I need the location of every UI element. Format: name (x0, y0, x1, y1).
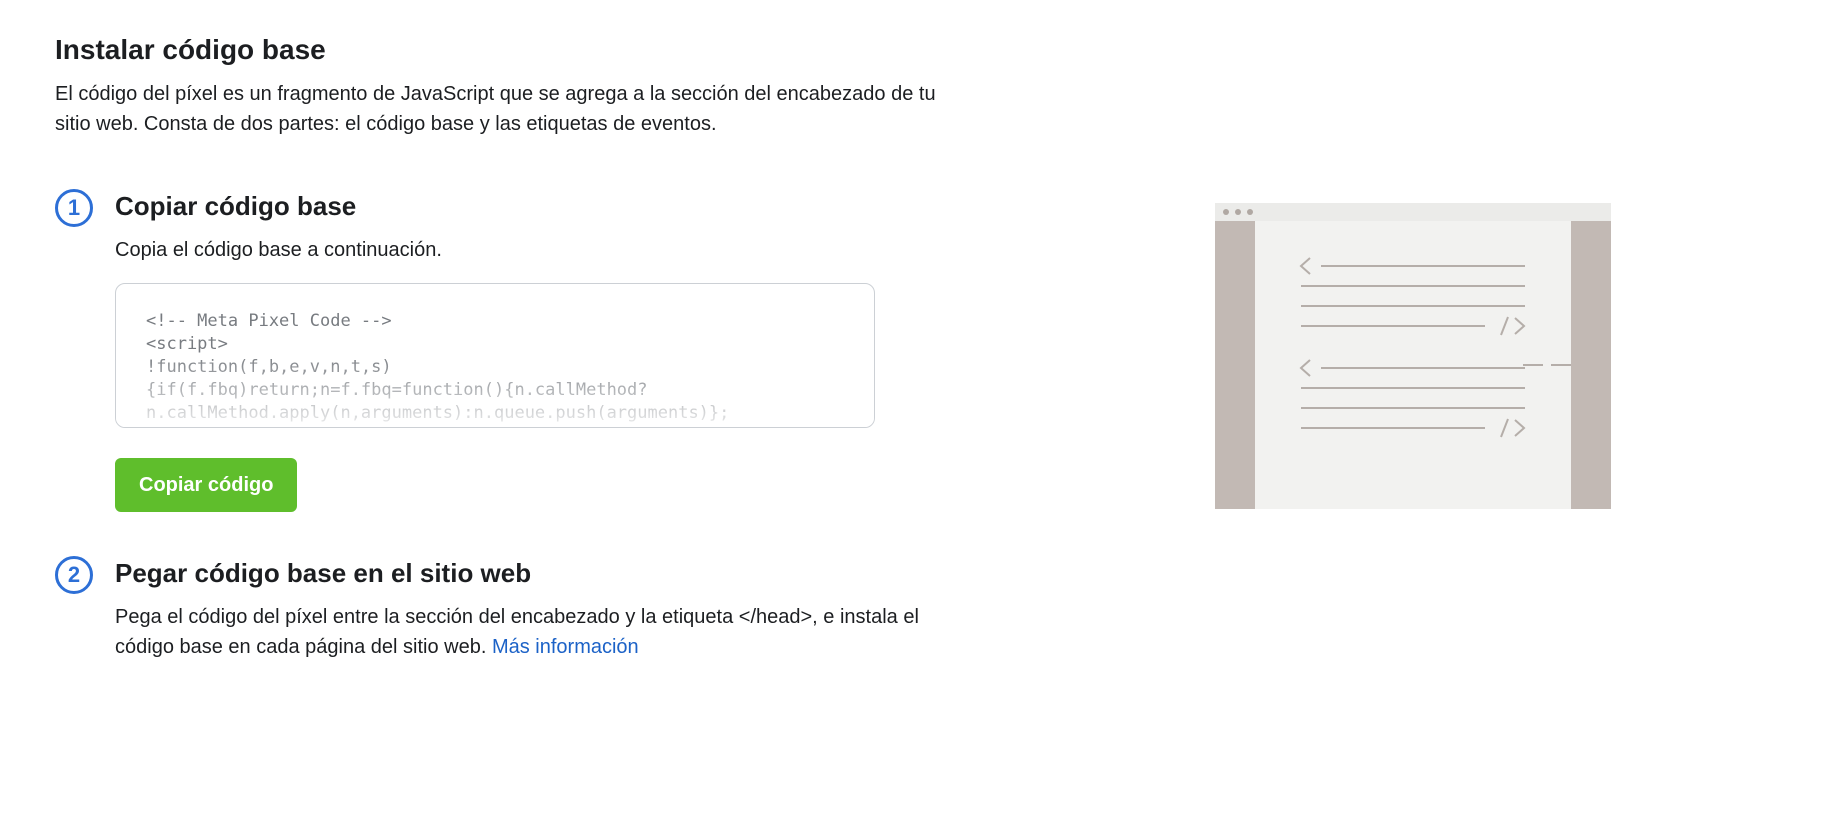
browser-dot-icon (1223, 209, 1229, 215)
copy-code-button[interactable]: Copiar código (115, 458, 298, 512)
main-content: Instalar código base El código del píxel… (55, 30, 955, 662)
code-snippet-box[interactable]: <!-- Meta Pixel Code --> <script> !funct… (115, 283, 875, 428)
step-number-badge: 2 (55, 556, 93, 594)
browser-dot-icon (1247, 209, 1253, 215)
step-description: Copia el código base a continuación. (115, 239, 442, 261)
frame-left (1215, 221, 1255, 509)
step-title: Pegar código base en el sitio web (115, 558, 532, 588)
step-copy-base-code: 1 Copiar código base Copia el código bas… (55, 187, 955, 512)
code-line: {if(f.fbq)return;n=f.fbq=function(){n.ca… (146, 380, 648, 400)
frame-right (1571, 221, 1611, 509)
browser-dot-icon (1235, 209, 1241, 215)
step-title: Copiar código base (115, 191, 357, 221)
browser-code-illustration (1215, 203, 1611, 509)
browser-top-bar (1215, 203, 1611, 221)
step-description: Pega el código del píxel entre la secció… (115, 602, 955, 662)
step-paste-base-code: 2 Pegar código base en el sitio web Pega… (55, 554, 955, 662)
code-snippet: <!-- Meta Pixel Code --> <script> !funct… (116, 284, 874, 425)
code-line: <script> (146, 334, 228, 354)
intro-text: El código del píxel es un fragmento de J… (55, 83, 936, 135)
learn-more-link[interactable]: Más información (492, 636, 639, 658)
code-line: !function(f,b,e,v,n,t,s) (146, 357, 392, 377)
code-line: n.callMethod.apply(n,arguments):n.queue.… (146, 403, 730, 423)
page-title: Instalar código base (55, 34, 326, 65)
step-number-badge: 1 (55, 189, 93, 227)
code-line: <!-- Meta Pixel Code --> (146, 311, 392, 331)
install-base-code-page: Instalar código base El código del píxel… (0, 0, 1822, 832)
